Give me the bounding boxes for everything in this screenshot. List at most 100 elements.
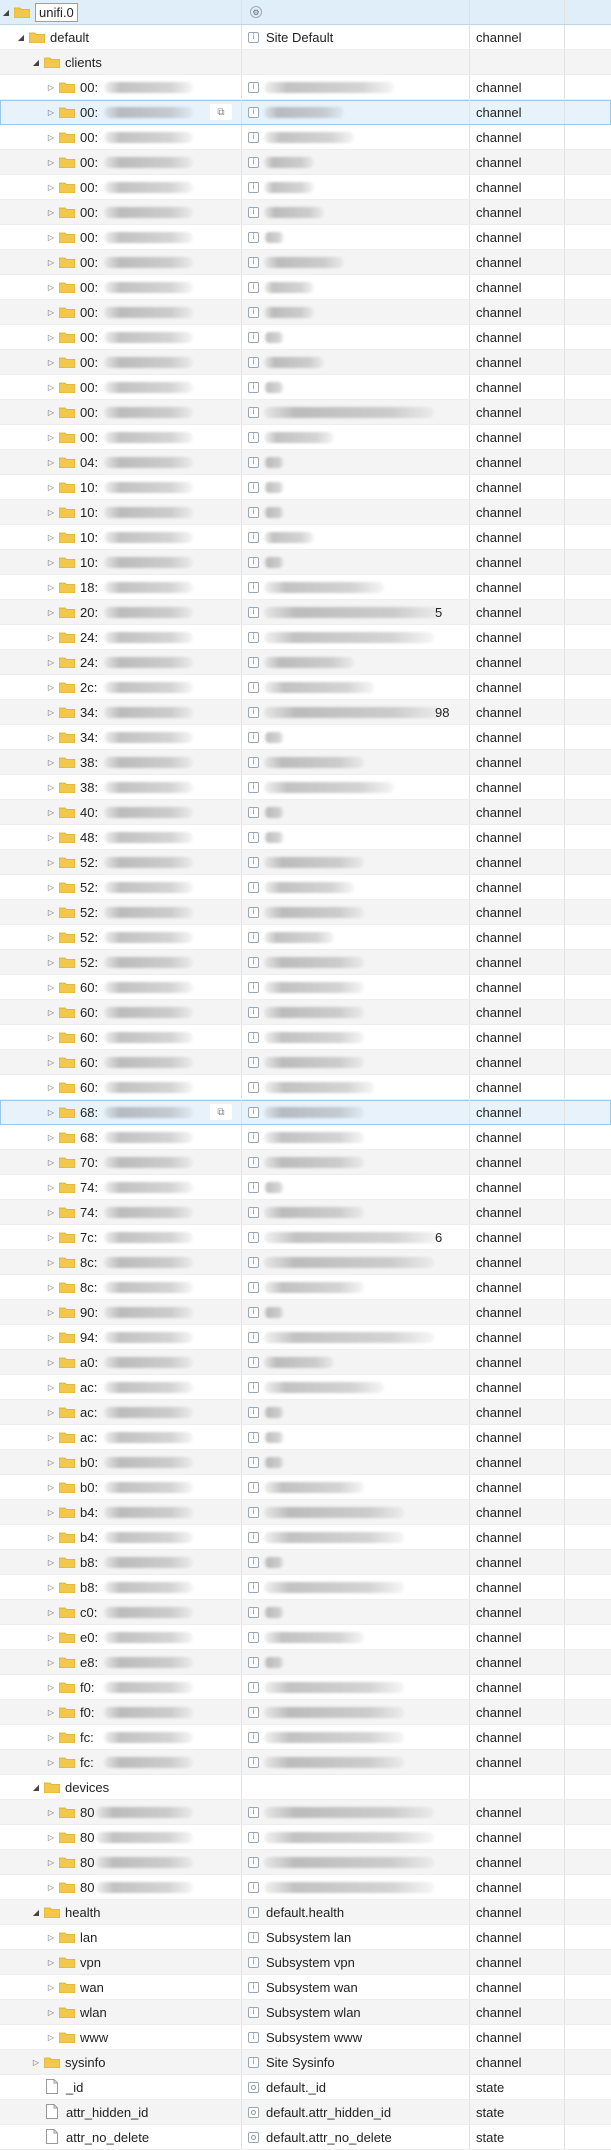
tree-row[interactable]: ▷ 10: i channel [0, 525, 611, 550]
expand-toggle-icon[interactable]: ▷ [45, 1383, 57, 1392]
expand-toggle-icon[interactable]: ▷ [45, 1583, 57, 1592]
expand-toggle-icon[interactable]: ▷ [45, 233, 57, 242]
expand-toggle-icon[interactable]: ▷ [45, 1883, 57, 1892]
tree-row[interactable]: ▷ 48: i channel [0, 825, 611, 850]
tree-row[interactable]: ▷ fc: i channel [0, 1750, 611, 1775]
tree-row[interactable]: ▷ 7c: i 6 channel [0, 1225, 611, 1250]
state-icon[interactable] [248, 2106, 259, 2118]
expand-toggle-icon[interactable]: ▷ [45, 1033, 57, 1042]
tree-row[interactable]: ▷ ac: i channel [0, 1375, 611, 1400]
info-icon[interactable]: i [248, 231, 259, 243]
expand-toggle-icon[interactable]: ▷ [45, 108, 57, 117]
expand-toggle-icon[interactable]: ▷ [45, 1608, 57, 1617]
expand-toggle-icon[interactable]: ▷ [45, 508, 57, 517]
info-icon[interactable]: i [248, 656, 259, 668]
tree-row[interactable]: ▷ 40: i channel [0, 800, 611, 825]
info-icon[interactable]: i [248, 1606, 259, 1618]
tree-row[interactable]: ▷ 00: i channel [0, 350, 611, 375]
info-icon[interactable]: i [248, 381, 259, 393]
info-icon[interactable]: i [248, 206, 259, 218]
expand-toggle-icon[interactable]: ▷ [45, 1808, 57, 1817]
expand-toggle-icon[interactable]: ▷ [45, 1658, 57, 1667]
expand-toggle-icon[interactable]: ▷ [45, 933, 57, 942]
tree-row[interactable]: ▷ 18: i channel [0, 575, 611, 600]
info-icon[interactable]: i [248, 1456, 259, 1468]
tree-row[interactable]: ▷ 00: i channel [0, 75, 611, 100]
tree-row[interactable]: ▷ 60: i channel [0, 1050, 611, 1075]
info-icon[interactable]: i [248, 581, 259, 593]
expand-toggle-icon[interactable]: ▷ [45, 1933, 57, 1942]
gear-icon[interactable]: ⚙ [250, 6, 262, 18]
tree-row[interactable]: ▷ 10: i channel [0, 475, 611, 500]
info-icon[interactable]: i [248, 1106, 259, 1118]
expand-toggle-icon[interactable]: ▷ [45, 1333, 57, 1342]
tree-row[interactable]: ▷ 00: i channel [0, 300, 611, 325]
tree-row[interactable]: ▷ 60: i channel [0, 975, 611, 1000]
tree-row[interactable]: ▷ 8c: i channel [0, 1250, 611, 1275]
tree-row[interactable]: ▷ 04: i channel [0, 450, 611, 475]
info-icon[interactable]: i [248, 1256, 259, 1268]
info-icon[interactable]: i [248, 706, 259, 718]
info-icon[interactable]: i [248, 456, 259, 468]
tree-row[interactable]: ▷ b0: i channel [0, 1450, 611, 1475]
expand-toggle-icon[interactable]: ▷ [45, 1708, 57, 1717]
expand-toggle-icon[interactable]: ▷ [45, 358, 57, 367]
collapse-toggle-icon[interactable]: ◢ [30, 1908, 42, 1917]
expand-toggle-icon[interactable]: ▷ [45, 1958, 57, 1967]
expand-toggle-icon[interactable]: ▷ [45, 1233, 57, 1242]
tree-row[interactable]: ▷ a0: i channel [0, 1350, 611, 1375]
expand-toggle-icon[interactable]: ▷ [45, 258, 57, 267]
expand-toggle-icon[interactable]: ▷ [45, 758, 57, 767]
info-icon[interactable]: i [248, 1231, 259, 1243]
expand-toggle-icon[interactable]: ▷ [45, 658, 57, 667]
info-icon[interactable]: i [248, 431, 259, 443]
info-icon[interactable]: i [248, 756, 259, 768]
tree-row[interactable]: ▷ b0: i channel [0, 1475, 611, 1500]
info-icon[interactable]: i [248, 1506, 259, 1518]
root-name-editor[interactable]: unifi.0 [35, 2, 78, 22]
tree-row[interactable]: ▷ 80 i channel [0, 1825, 611, 1850]
info-icon[interactable]: i [248, 1956, 259, 1968]
tree-row[interactable]: ▷ 60: i channel [0, 1000, 611, 1025]
tree-row[interactable]: ▷ f0: i channel [0, 1675, 611, 1700]
expand-toggle-icon[interactable]: ▷ [45, 483, 57, 492]
tree-row[interactable]: ▷ 00: i channel [0, 425, 611, 450]
tree-row[interactable]: ▷ 90: i channel [0, 1300, 611, 1325]
info-icon[interactable]: i [248, 131, 259, 143]
info-icon[interactable]: i [248, 906, 259, 918]
info-icon[interactable]: i [248, 1056, 259, 1068]
info-icon[interactable]: i [248, 181, 259, 193]
expand-toggle-icon[interactable]: ▷ [45, 308, 57, 317]
expand-toggle-icon[interactable]: ▷ [45, 1533, 57, 1542]
expand-toggle-icon[interactable]: ▷ [30, 2058, 42, 2067]
expand-toggle-icon[interactable]: ▷ [45, 683, 57, 692]
info-icon[interactable]: i [248, 1581, 259, 1593]
tree-row[interactable]: ▷ 34: i 98 channel [0, 700, 611, 725]
tree-row[interactable]: ▷ e8: i channel [0, 1650, 611, 1675]
expand-toggle-icon[interactable]: ▷ [45, 1858, 57, 1867]
tree-row[interactable]: ◢ devices [0, 1775, 611, 1800]
expand-toggle-icon[interactable]: ▷ [45, 1158, 57, 1167]
info-icon[interactable]: i [248, 1831, 259, 1843]
expand-toggle-icon[interactable]: ▷ [45, 333, 57, 342]
expand-toggle-icon[interactable]: ▷ [45, 1008, 57, 1017]
expand-toggle-icon[interactable]: ▷ [45, 1258, 57, 1267]
tree-row[interactable]: ◢ default i Site Default channel [0, 25, 611, 50]
info-icon[interactable]: i [248, 1306, 259, 1318]
tree-row[interactable]: ▷ 00: i channel [0, 225, 611, 250]
info-icon[interactable]: i [248, 606, 259, 618]
expand-toggle-icon[interactable]: ▷ [45, 458, 57, 467]
expand-toggle-icon[interactable]: ▷ [45, 1108, 57, 1117]
info-icon[interactable]: i [248, 1756, 259, 1768]
collapse-toggle-icon[interactable]: ◢ [15, 33, 27, 42]
tree-row[interactable]: ▷ sysinfo i Site Sysinfo channel [0, 2050, 611, 2075]
expand-toggle-icon[interactable]: ▷ [45, 1508, 57, 1517]
tree-row[interactable]: ▷ 52: i channel [0, 925, 611, 950]
tree-row[interactable]: ▷ fc: i channel [0, 1725, 611, 1750]
tree-row[interactable]: ▷ 00: i channel [0, 400, 611, 425]
info-icon[interactable]: i [248, 106, 259, 118]
info-icon[interactable]: i [248, 981, 259, 993]
tree-row[interactable]: ▷ 00: i channel [0, 200, 611, 225]
tree-row[interactable]: ▷ c0: i channel [0, 1600, 611, 1625]
tree-row[interactable]: ▷ wan i Subsystem wan channel [0, 1975, 611, 2000]
